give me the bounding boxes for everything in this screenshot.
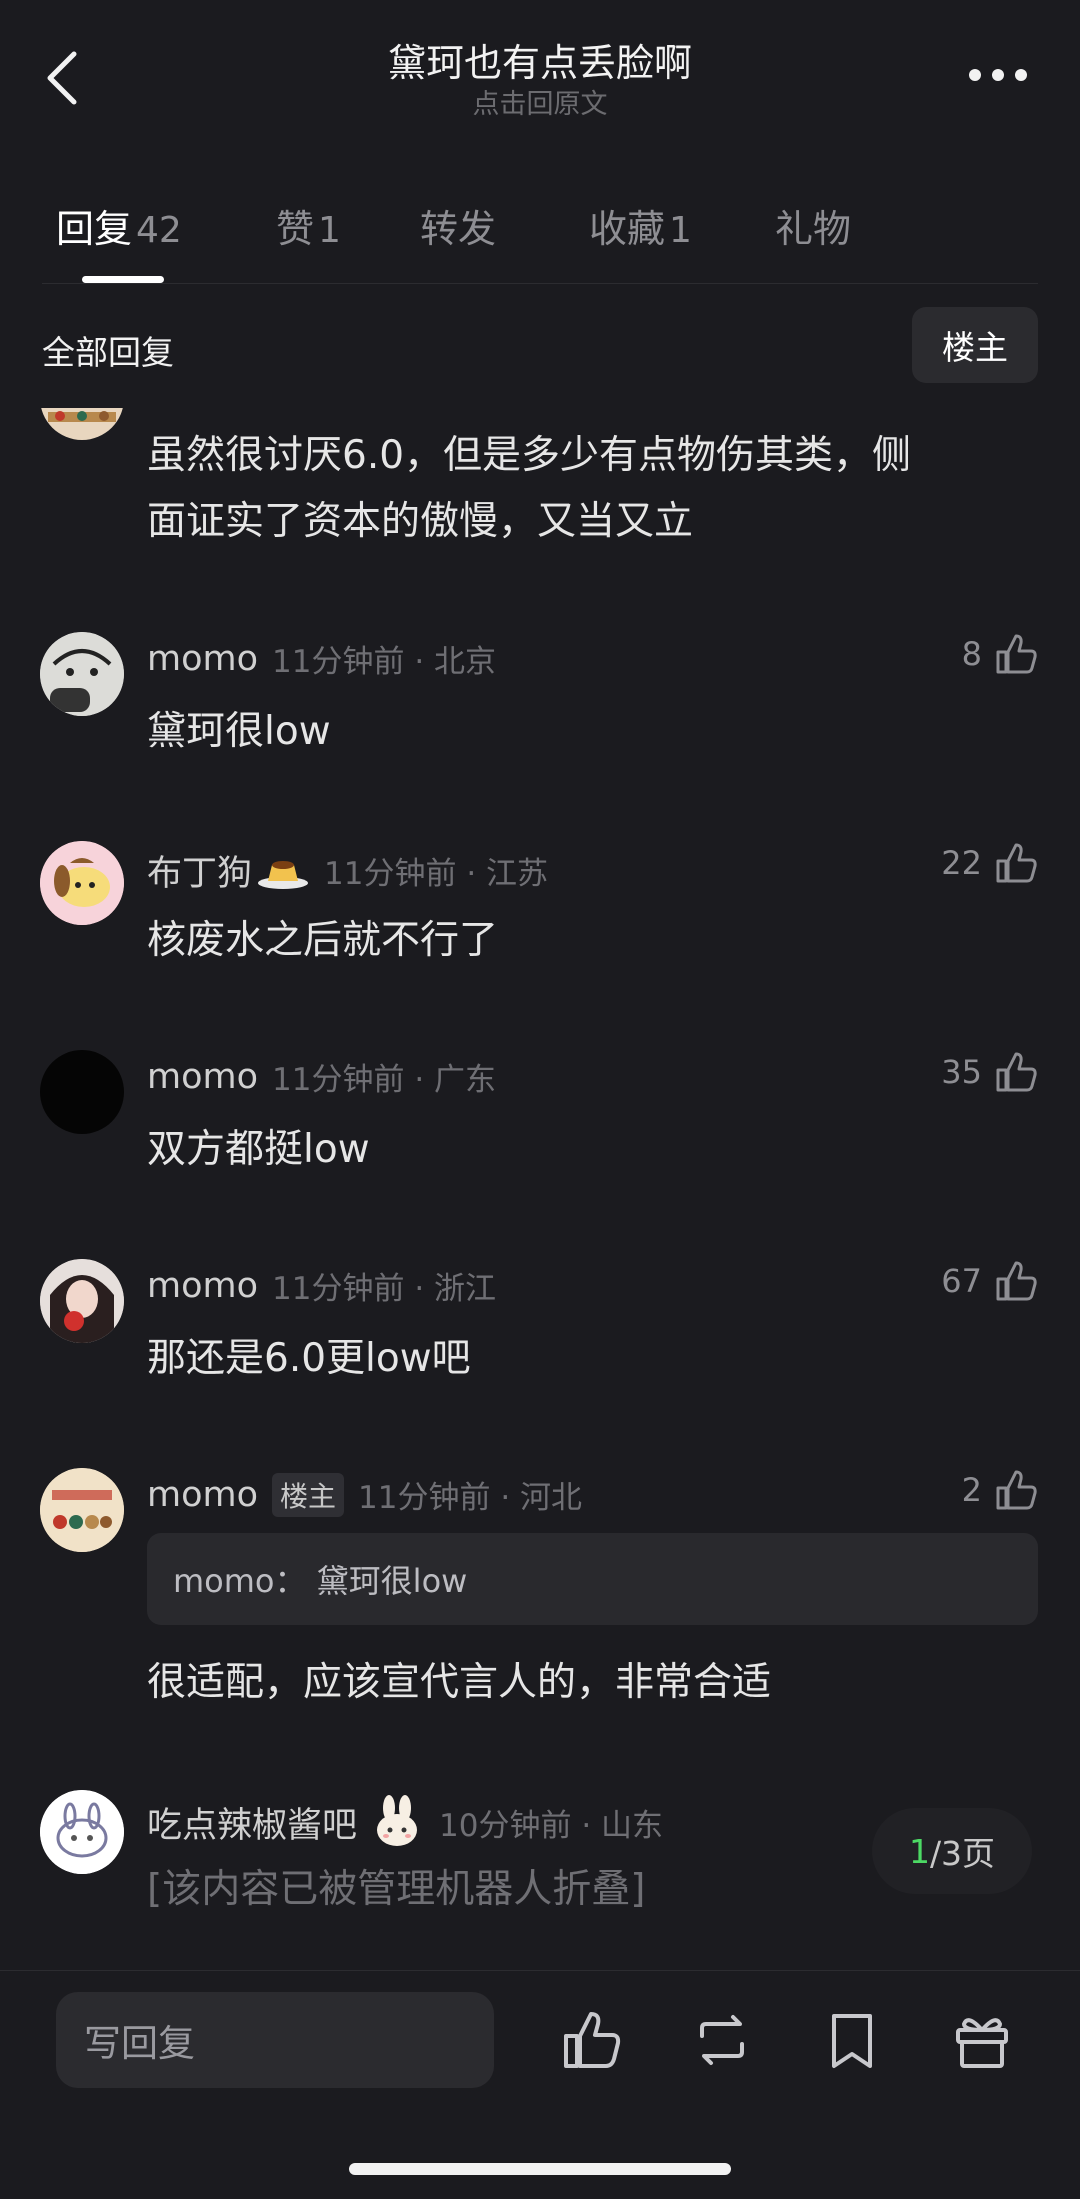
page-indicator[interactable]: 1/3页 [872, 1808, 1032, 1894]
timestamp-location: 11分钟前 · 北京 [272, 644, 497, 680]
like-count: 67 [941, 1262, 982, 1300]
tab-likes[interactable]: 赞1 [276, 198, 341, 253]
username[interactable]: 吃点辣椒酱吧 [147, 1797, 357, 1848]
reply-input[interactable]: 写回复 [56, 1992, 494, 2088]
active-tab-indicator [82, 276, 164, 283]
folded-comment-text[interactable]: [该内容已被管理机器人折叠] [147, 1858, 645, 1914]
avatar[interactable] [40, 1468, 124, 1552]
thumbs-up-icon [996, 1052, 1037, 1092]
gift-icon[interactable] [950, 2008, 1014, 2072]
avatar-image [40, 1259, 124, 1343]
comment-meta: momo 11分钟前 · 北京 [147, 636, 496, 681]
timestamp-location: 11分钟前 · 广东 [272, 1062, 497, 1098]
tab-gifts[interactable]: 礼物 [775, 198, 851, 253]
avatar[interactable] [40, 1790, 124, 1874]
tab-count: 1 [669, 210, 692, 251]
like-icon[interactable] [560, 2008, 624, 2072]
avatar[interactable] [40, 841, 124, 925]
post-title: 黛珂也有点丢脸啊 [387, 41, 692, 85]
comment-meta: momo 楼主 11分钟前 · 河北 [147, 1472, 582, 1517]
tab-count: 1 [318, 210, 341, 251]
avatar-image [40, 632, 124, 716]
like-button[interactable]: 35 [941, 1050, 1038, 1094]
like-button[interactable]: 67 [941, 1259, 1038, 1303]
owner-badge: 楼主 [272, 1472, 345, 1517]
pudding-emoji-icon [258, 860, 309, 889]
tab-label: 回复 [56, 207, 133, 251]
like-button[interactable]: 2 [962, 1468, 1038, 1512]
like-button[interactable]: 8 [962, 632, 1038, 676]
like-count: 8 [961, 635, 982, 673]
like-button[interactable]: 22 [941, 841, 1038, 885]
bookmark-icon[interactable] [820, 2008, 884, 2072]
like-count: 2 [961, 1471, 982, 1509]
username[interactable]: momo [147, 1475, 258, 1515]
timestamp-location: 11分钟前 · 浙江 [272, 1271, 497, 1307]
section-title: 全部回复 [42, 333, 174, 372]
avatar[interactable] [40, 1050, 124, 1134]
tab-favorites[interactable]: 收藏 1 [589, 198, 692, 253]
tab-label: 收藏 [589, 207, 666, 251]
tab-label: 转发 [420, 207, 497, 251]
comment-text: 很适配，应该宣代言人的，非常合适 [147, 1660, 772, 1705]
tab-reposts[interactable]: 转发 [420, 198, 496, 253]
thumbs-up-icon [996, 843, 1037, 883]
comment-meta: momo 11分钟前 · 浙江 [147, 1263, 496, 1308]
avatar[interactable] [40, 632, 124, 716]
bunny-emoji-icon [377, 1795, 418, 1846]
like-count: 22 [941, 844, 982, 882]
avatar-image [40, 1790, 124, 1874]
comment-text: 黛珂很low [147, 709, 331, 754]
timestamp-location: 11分钟前 · 江苏 [324, 856, 549, 892]
comment-meta: momo 11分钟前 · 广东 [147, 1054, 496, 1099]
back-to-original-link[interactable]: 点击回原文 [0, 82, 1080, 121]
tab-label: 礼物 [775, 207, 852, 251]
avatar[interactable] [40, 1259, 124, 1343]
username[interactable]: momo [147, 639, 258, 679]
repost-icon[interactable] [690, 2008, 754, 2072]
username[interactable]: momo [147, 1057, 258, 1097]
home-indicator [349, 2163, 731, 2175]
comment-text: 双方都挺low [147, 1127, 370, 1172]
tab-replies[interactable]: 回复 42 [56, 198, 182, 253]
thumbs-up-icon [996, 1470, 1037, 1510]
username[interactable]: momo [147, 1266, 258, 1306]
tab-count: 42 [136, 210, 182, 251]
thumbs-up-icon [996, 634, 1037, 674]
quoted-reply[interactable]: momo： 黛珂很low [147, 1533, 1038, 1625]
comment-text: 核废水之后就不行了 [147, 918, 499, 963]
avatar-image [40, 841, 124, 925]
current-page: 1 [908, 1831, 930, 1871]
total-pages: /3页 [929, 1834, 996, 1873]
comment-text: 面证实了资本的傲慢，又当又立 [147, 499, 694, 544]
tab-label: 赞 [276, 207, 315, 251]
timestamp-location: 10分钟前 · 山东 [439, 1807, 664, 1844]
username[interactable]: 布丁狗 [147, 845, 252, 896]
more-options-icon[interactable] [968, 68, 1028, 82]
comment-meta: 布丁狗 11分钟前 · 江苏 [147, 845, 548, 896]
comment-text: 那还是6.0更low吧 [147, 1336, 471, 1381]
owner-only-button[interactable]: 楼主 [912, 307, 1038, 383]
comment-meta: 吃点辣椒酱吧 10分钟前 · 山东 [147, 1794, 663, 1850]
thumbs-up-icon [996, 1261, 1037, 1301]
comment-text: 虽然很讨厌6.0，但是多少有点物伤其类，侧 [147, 433, 912, 478]
like-count: 35 [941, 1053, 982, 1091]
timestamp-location: 11分钟前 · 河北 [358, 1480, 583, 1516]
divider [42, 283, 1038, 284]
avatar-image [40, 1468, 124, 1552]
